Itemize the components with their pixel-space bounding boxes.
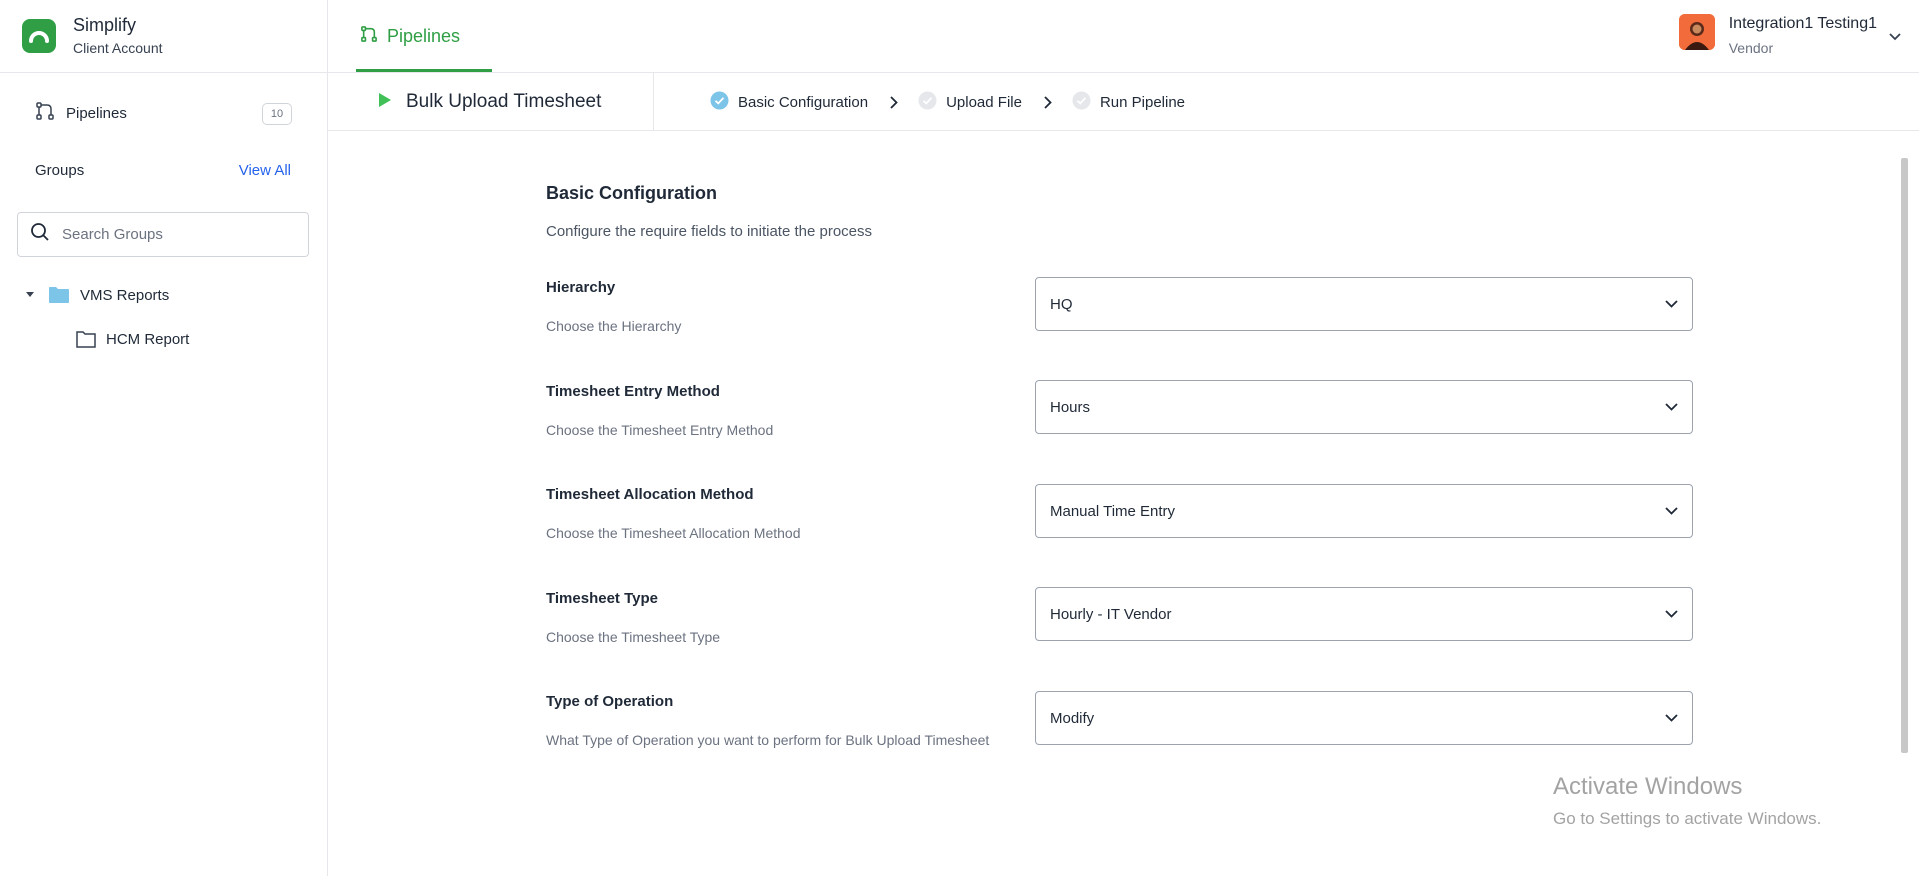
field-hint-hierarchy: Choose the Hierarchy — [546, 318, 682, 334]
folder-outline-icon — [76, 330, 96, 348]
field-label-type-of-operation: Type of Operation — [546, 693, 674, 710]
top-bar: Pipelines Integration1 Testing1 Vendor — [328, 0, 1919, 73]
field-label-allocation-method: Timesheet Allocation Method — [546, 486, 754, 503]
step-bar: Bulk Upload Timesheet Basic Configuratio… — [328, 73, 1919, 131]
check-circle-icon — [918, 91, 937, 114]
page-title: Bulk Upload Timesheet — [378, 73, 601, 131]
page-title-label: Bulk Upload Timesheet — [406, 91, 602, 112]
field-label-timesheet-type: Timesheet Type — [546, 590, 658, 607]
field-hint-type-of-operation: What Type of Operation you want to perfo… — [546, 732, 990, 748]
step-label: Run Pipeline — [1099, 93, 1186, 111]
scrollbar[interactable] — [1901, 158, 1908, 753]
windows-activation-watermark: Activate Windows Go to Settings to activ… — [1553, 773, 1821, 829]
field-label-entry-method: Timesheet Entry Method — [546, 383, 720, 400]
brand-name: Simplify — [73, 15, 137, 35]
pipeline-icon — [361, 26, 377, 47]
watermark-subtitle: Go to Settings to activate Windows. — [1553, 809, 1822, 828]
user-menu[interactable]: Integration1 Testing1 Vendor — [1678, 14, 1901, 58]
chevron-down-icon — [1665, 709, 1678, 727]
chevron-right-icon — [890, 95, 898, 109]
step-upload-file[interactable]: Upload File — [918, 91, 1022, 114]
play-icon — [378, 92, 392, 113]
form-title: Basic Configuration — [546, 183, 718, 203]
chevron-down-icon[interactable] — [1889, 28, 1901, 46]
caret-down-icon[interactable] — [24, 287, 36, 304]
step-label: Upload File — [946, 93, 1022, 111]
timesheet-type-select[interactable]: Hourly - IT Vendor — [1035, 587, 1693, 641]
select-value: HQ — [1050, 295, 1073, 313]
field-label-hierarchy: Hierarchy — [546, 279, 616, 296]
check-circle-icon — [1072, 91, 1091, 114]
search-groups-input[interactable] — [62, 226, 292, 243]
user-role: Vendor — [1728, 40, 1774, 56]
pipeline-icon — [36, 101, 54, 125]
timesheet-allocation-method-select[interactable]: Manual Time Entry — [1035, 484, 1693, 538]
field-hint-timesheet-type: Choose the Timesheet Type — [546, 629, 721, 645]
sidebar: Simplify Client Account Pipelines 10 Gro… — [0, 0, 328, 876]
tree-item-label: VMS Reports — [80, 286, 170, 304]
watermark-title: Activate Windows — [1553, 773, 1743, 800]
simplify-logo-icon — [22, 19, 56, 53]
step-run-pipeline[interactable]: Run Pipeline — [1072, 91, 1185, 114]
sidebar-item-label: Pipelines — [66, 104, 127, 122]
field-hint-entry-method: Choose the Timesheet Entry Method — [546, 422, 774, 438]
timesheet-entry-method-select[interactable]: Hours — [1035, 380, 1693, 434]
sidebar-item-pipelines[interactable]: Pipelines 10 — [22, 96, 294, 130]
brand-subtitle: Client Account — [73, 40, 163, 56]
view-all-link[interactable]: View All — [239, 162, 291, 179]
user-name: Integration1 Testing1 — [1728, 15, 1877, 32]
tab-label: Pipelines — [387, 26, 461, 46]
groups-heading: Groups — [35, 162, 85, 179]
pipelines-count-badge: 10 — [262, 103, 292, 125]
check-circle-icon — [710, 91, 729, 114]
active-tab-indicator — [356, 69, 492, 72]
select-value: Hourly - IT Vendor — [1050, 605, 1172, 623]
field-hint-allocation-method: Choose the Timesheet Allocation Method — [546, 525, 801, 541]
select-value: Manual Time Entry — [1050, 502, 1176, 520]
tree-item-label: HCM Report — [106, 330, 190, 348]
chevron-down-icon — [1665, 605, 1678, 623]
chevron-right-icon — [1044, 95, 1052, 109]
form-subtitle: Configure the require fields to initiate… — [546, 223, 873, 240]
search-icon — [30, 222, 50, 247]
search-groups-box — [17, 212, 309, 257]
brand: Simplify Client Account — [0, 0, 327, 73]
chevron-down-icon — [1665, 295, 1678, 313]
step-basic-configuration[interactable]: Basic Configuration — [710, 91, 868, 114]
chevron-down-icon — [1665, 398, 1678, 416]
tab-pipelines[interactable]: Pipelines — [356, 0, 465, 73]
select-value: Hours — [1050, 398, 1091, 416]
step-label: Basic Configuration — [738, 93, 869, 111]
stepper: Basic Configuration Upload File Run Pipe… — [710, 73, 1185, 131]
avatar — [1678, 14, 1715, 50]
folder-filled-icon — [48, 286, 70, 304]
type-of-operation-select[interactable]: Modify — [1035, 691, 1693, 745]
select-value: Modify — [1050, 709, 1095, 727]
hierarchy-select[interactable]: HQ — [1035, 277, 1693, 331]
chevron-down-icon — [1665, 502, 1678, 520]
divider — [653, 73, 654, 131]
tree-item-vms-reports[interactable]: VMS Reports — [24, 286, 169, 304]
tree-item-hcm-report[interactable]: HCM Report — [76, 330, 189, 348]
